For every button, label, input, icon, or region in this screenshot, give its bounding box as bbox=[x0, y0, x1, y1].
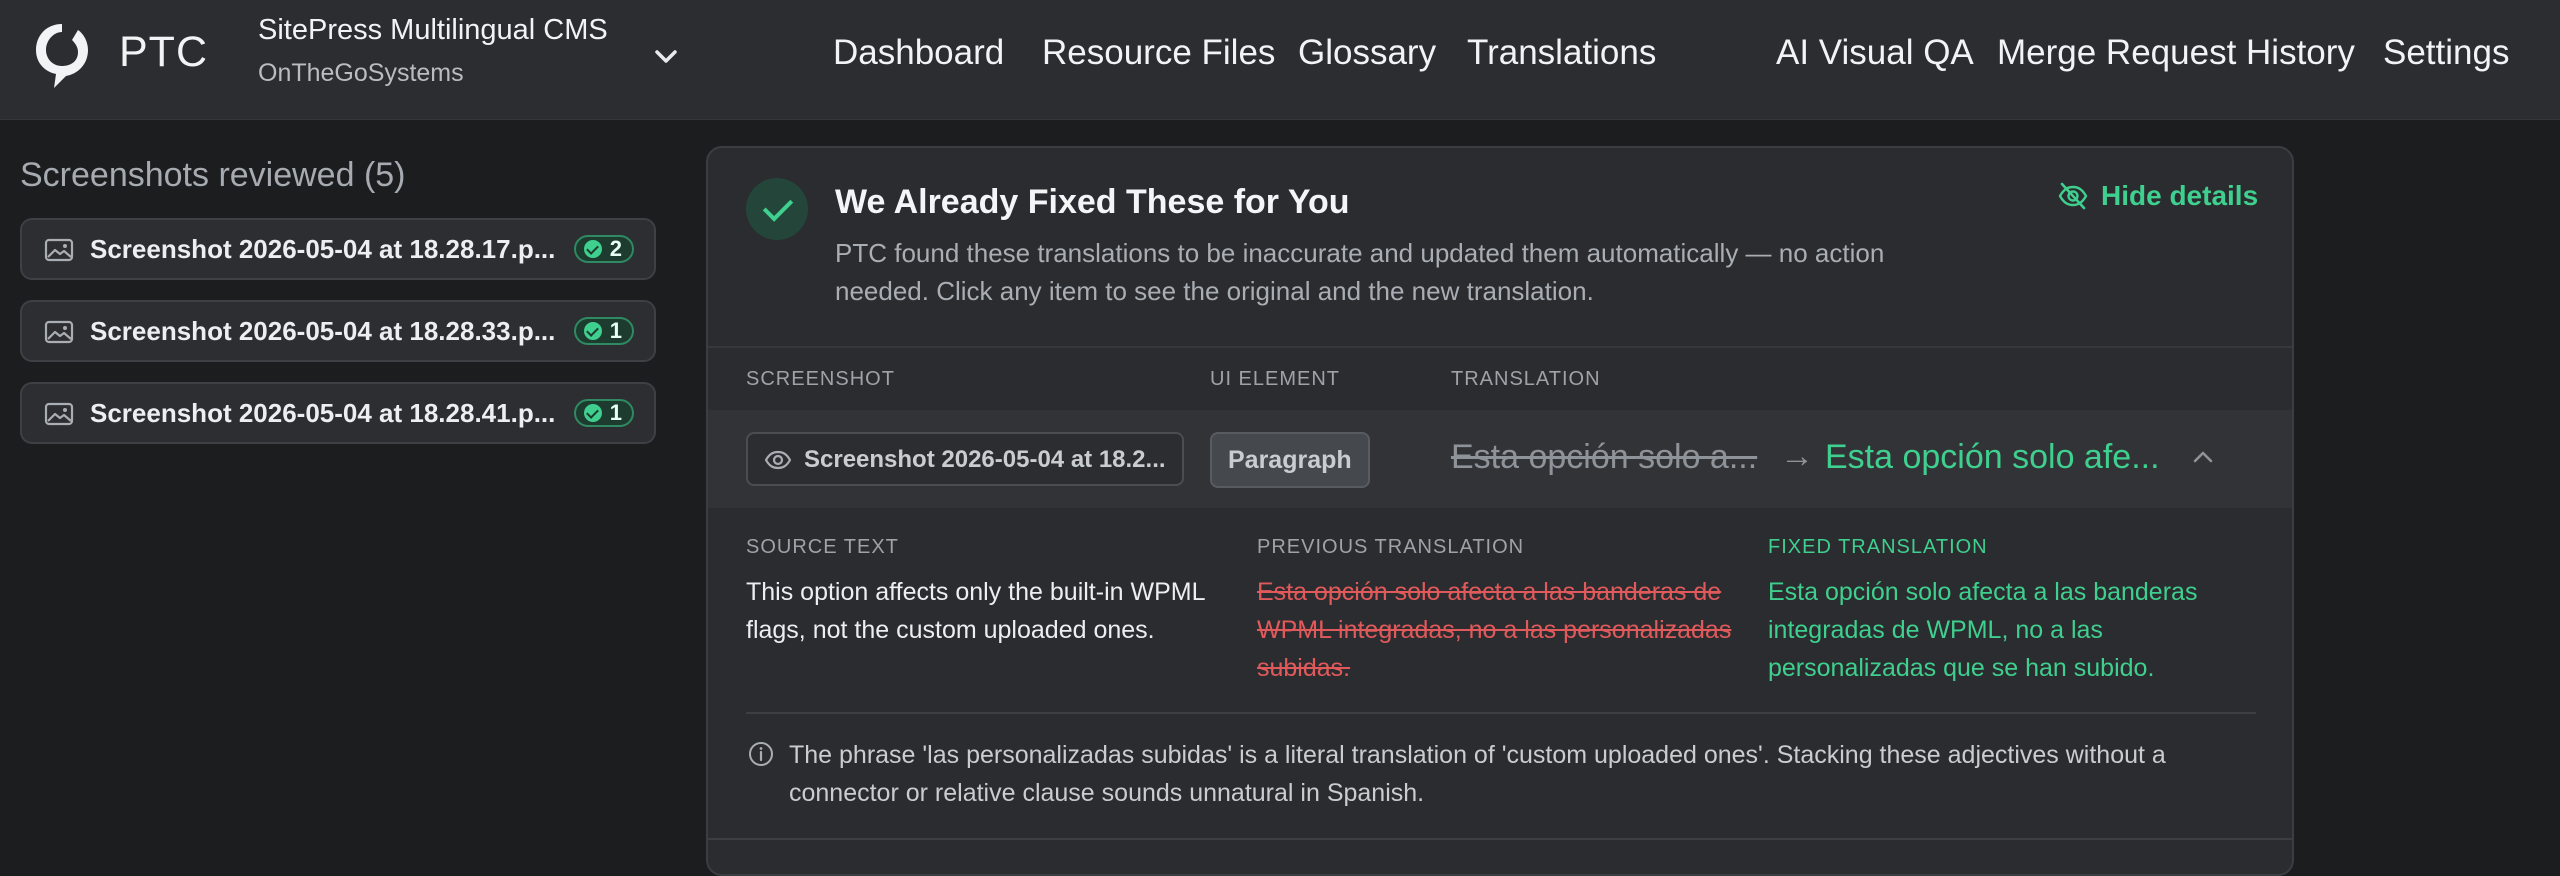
nav-settings[interactable]: Settings bbox=[2383, 33, 2509, 73]
panel-title: We Already Fixed These for You bbox=[835, 183, 1350, 221]
screenshot-link-text: Screenshot 2026-05-04 at 18.2... bbox=[804, 446, 1166, 473]
sidebar-title: Screenshots reviewed (5) bbox=[20, 156, 406, 194]
nav-dashboard[interactable]: Dashboard bbox=[833, 33, 1004, 73]
previous-translation-label: PREVIOUS TRANSLATION bbox=[1257, 536, 1525, 558]
check-circle-icon bbox=[583, 240, 602, 258]
image-icon bbox=[44, 238, 74, 262]
brand-name[interactable]: PTC bbox=[119, 28, 208, 77]
fix-count-badge: 1 bbox=[573, 399, 634, 427]
info-icon bbox=[749, 742, 773, 766]
screenshot-name: Screenshot 2026-05-04 at 18.28.41.p... bbox=[90, 398, 556, 428]
nav-translations[interactable]: Translations bbox=[1467, 33, 1656, 73]
image-icon bbox=[44, 402, 74, 426]
divider bbox=[708, 838, 2292, 840]
column-screenshot: SCREENSHOT bbox=[746, 368, 895, 390]
screenshot-item[interactable]: Screenshot 2026-05-04 at 18.28.41.p... 1 bbox=[20, 382, 656, 444]
top-bar: PTC SitePress Multilingual CMS OnTheGoSy… bbox=[0, 0, 2560, 120]
column-ui-element: UI ELEMENT bbox=[1210, 368, 1341, 390]
column-translation: TRANSLATION bbox=[1451, 368, 1601, 390]
chevron-up-icon[interactable] bbox=[2188, 442, 2218, 472]
fix-count: 1 bbox=[609, 400, 622, 425]
org-name: OnTheGoSystems bbox=[258, 59, 464, 87]
fixed-translation-text: Esta opción solo afecta a las banderas i… bbox=[1768, 578, 2198, 682]
nav-resource-files[interactable]: Resource Files bbox=[1042, 33, 1275, 73]
check-icon bbox=[746, 178, 808, 240]
screenshot-name: Screenshot 2026-05-04 at 18.28.17.p... bbox=[90, 234, 556, 264]
eye-off-icon bbox=[2058, 182, 2088, 210]
hide-details-label: Hide details bbox=[2101, 180, 2259, 211]
screenshot-item[interactable]: Screenshot 2026-05-04 at 18.28.33.p... 1 bbox=[20, 300, 656, 362]
nav-merge-request-history[interactable]: Merge Request History bbox=[1997, 33, 2355, 73]
fix-count: 2 bbox=[609, 236, 622, 261]
source-text: This option affects only the built-in WP… bbox=[746, 578, 1205, 644]
check-circle-icon bbox=[583, 404, 602, 422]
fixed-translation-label: FIXED TRANSLATION bbox=[1768, 536, 1988, 558]
check-circle-icon bbox=[583, 322, 602, 340]
auto-fixed-panel: We Already Fixed These for You PTC found… bbox=[706, 146, 2294, 876]
screenshot-item[interactable]: Screenshot 2026-05-04 at 18.28.17.p... 2 bbox=[20, 218, 656, 280]
fix-explanation: The phrase 'las personalizadas subidas' … bbox=[789, 741, 2166, 807]
divider bbox=[746, 712, 2256, 714]
ui-element-tag: Paragraph bbox=[1210, 432, 1370, 488]
source-text-label: SOURCE TEXT bbox=[746, 536, 899, 558]
ptc-logo-icon[interactable] bbox=[32, 20, 92, 92]
eye-icon bbox=[764, 450, 792, 470]
nav-ai-visual-qa[interactable]: AI Visual QA bbox=[1776, 33, 1974, 73]
screenshot-name: Screenshot 2026-05-04 at 18.28.33.p... bbox=[90, 316, 556, 346]
panel-description: PTC found these translations to be inacc… bbox=[835, 238, 1885, 306]
table-row[interactable]: Screenshot 2026-05-04 at 18.2... Paragra… bbox=[708, 410, 2292, 508]
nav-glossary[interactable]: Glossary bbox=[1298, 33, 1436, 73]
previous-translation-preview: Esta opción solo a... bbox=[1451, 438, 1758, 476]
previous-translation-text: Esta opción solo afecta a las banderas d… bbox=[1257, 578, 1732, 682]
chevron-down-icon[interactable] bbox=[649, 39, 683, 73]
fixed-translation-preview: Esta opción solo afe... bbox=[1825, 438, 2160, 476]
view-screenshot-button[interactable]: Screenshot 2026-05-04 at 18.2... bbox=[746, 432, 1184, 486]
project-name[interactable]: SitePress Multilingual CMS bbox=[258, 14, 608, 47]
image-icon bbox=[44, 320, 74, 344]
fix-count: 1 bbox=[609, 318, 622, 343]
fix-count-badge: 1 bbox=[573, 317, 634, 345]
table-header: SCREENSHOT UI ELEMENT TRANSLATION bbox=[708, 346, 2292, 412]
hide-details-button[interactable]: Hide details bbox=[2057, 180, 2258, 212]
fix-count-badge: 2 bbox=[573, 235, 634, 263]
arrow-right-icon: → bbox=[1780, 437, 1814, 475]
